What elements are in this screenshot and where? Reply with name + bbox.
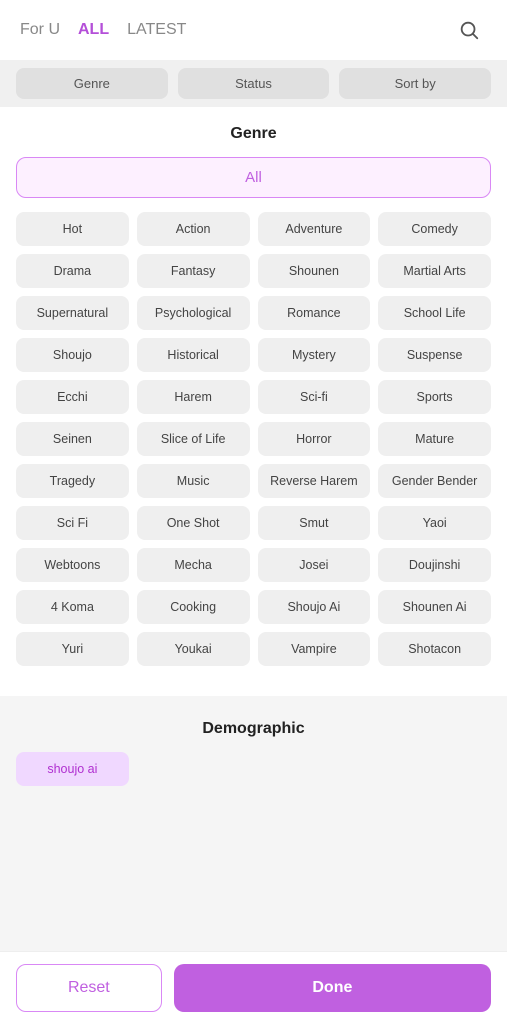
genre-chip[interactable]: Martial Arts	[378, 254, 491, 288]
reset-button[interactable]: Reset	[16, 964, 162, 1012]
nav-for-u[interactable]: For U	[20, 21, 60, 39]
genre-chip[interactable]: School Life	[378, 296, 491, 330]
genre-chip[interactable]: Music	[137, 464, 250, 498]
genre-chip[interactable]: Shounen Ai	[378, 590, 491, 624]
genre-chip[interactable]: Youkai	[137, 632, 250, 666]
genre-chip[interactable]: Fantasy	[137, 254, 250, 288]
genre-chip[interactable]: Sports	[378, 380, 491, 414]
filter-row: Genre Status Sort by	[0, 60, 507, 107]
genre-chip[interactable]: Cooking	[137, 590, 250, 624]
genre-filter-btn[interactable]: Genre	[16, 68, 168, 99]
genre-chip[interactable]: Shoujo	[16, 338, 129, 372]
genre-chip[interactable]: Yuri	[16, 632, 129, 666]
genre-chip[interactable]: Harem	[137, 380, 250, 414]
genre-chip[interactable]: Mecha	[137, 548, 250, 582]
genre-chip[interactable]: Seinen	[16, 422, 129, 456]
genre-chip[interactable]: Ecchi	[16, 380, 129, 414]
genre-chip[interactable]: Historical	[137, 338, 250, 372]
genre-chip[interactable]: Slice of Life	[137, 422, 250, 456]
search-button[interactable]	[451, 12, 487, 48]
genre-chip[interactable]: Shoujo Ai	[258, 590, 371, 624]
genre-chip[interactable]: One Shot	[137, 506, 250, 540]
status-filter-btn[interactable]: Status	[178, 68, 330, 99]
bottom-action-bar: Reset Done	[0, 951, 507, 1024]
genre-chip[interactable]: Smut	[258, 506, 371, 540]
genre-chip[interactable]: Shounen	[258, 254, 371, 288]
genre-chip[interactable]: Webtoons	[16, 548, 129, 582]
genre-chip[interactable]: Adventure	[258, 212, 371, 246]
genre-chip[interactable]: Shotacon	[378, 632, 491, 666]
genre-chip[interactable]: Suspense	[378, 338, 491, 372]
demographic-section: Demographic shoujo ai	[0, 696, 507, 802]
genre-chip[interactable]: Sci-fi	[258, 380, 371, 414]
genre-chip[interactable]: Reverse Harem	[258, 464, 371, 498]
genre-chip[interactable]: Sci Fi	[16, 506, 129, 540]
genre-chip[interactable]: Gender Bender	[378, 464, 491, 498]
genre-chip[interactable]: 4 Koma	[16, 590, 129, 624]
genre-chip[interactable]: Horror	[258, 422, 371, 456]
genre-chip[interactable]: Mystery	[258, 338, 371, 372]
genre-panel-title: Genre	[16, 125, 491, 143]
nav-all[interactable]: ALL	[78, 21, 109, 39]
genre-chip[interactable]: Hot	[16, 212, 129, 246]
genre-chip[interactable]: Tragedy	[16, 464, 129, 498]
genre-chip[interactable]: Doujinshi	[378, 548, 491, 582]
nav-latest[interactable]: LATEST	[127, 21, 186, 39]
search-icon	[458, 19, 480, 41]
genre-chip[interactable]: Josei	[258, 548, 371, 582]
genre-grid: HotActionAdventureComedyDramaFantasyShou…	[16, 212, 491, 666]
genre-chip[interactable]: Drama	[16, 254, 129, 288]
genre-chip[interactable]: Vampire	[258, 632, 371, 666]
demographic-title: Demographic	[16, 720, 491, 738]
top-navigation: For U ALL LATEST	[0, 0, 507, 60]
demographic-grid: shoujo ai	[16, 752, 491, 786]
all-genre-button[interactable]: All	[16, 157, 491, 198]
genre-chip[interactable]: Comedy	[378, 212, 491, 246]
genre-chip[interactable]: Romance	[258, 296, 371, 330]
demographic-chip[interactable]: shoujo ai	[16, 752, 129, 786]
genre-chip[interactable]: Action	[137, 212, 250, 246]
genre-chip[interactable]: Psychological	[137, 296, 250, 330]
genre-chip[interactable]: Supernatural	[16, 296, 129, 330]
sortby-filter-btn[interactable]: Sort by	[339, 68, 491, 99]
genre-panel: Genre All HotActionAdventureComedy DramaF…	[0, 107, 507, 696]
genre-chip[interactable]: Yaoi	[378, 506, 491, 540]
done-button[interactable]: Done	[174, 964, 491, 1012]
genre-chip[interactable]: Mature	[378, 422, 491, 456]
